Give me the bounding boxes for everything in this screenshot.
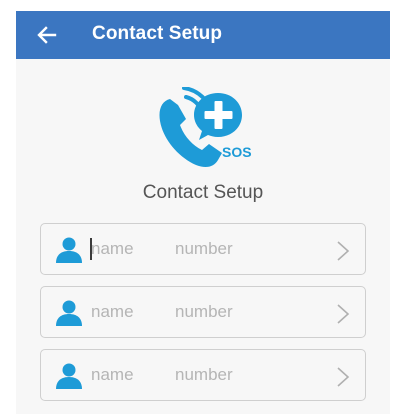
page-title: Contact Setup bbox=[92, 23, 223, 44]
user-icon bbox=[56, 363, 82, 389]
section-title: Contact Setup bbox=[142, 182, 264, 203]
chevron-right-icon bbox=[337, 367, 350, 387]
number-input[interactable] bbox=[175, 363, 285, 387]
sos-logo: SOS bbox=[156, 86, 256, 179]
name-input[interactable] bbox=[91, 300, 167, 324]
back-arrow-icon bbox=[37, 26, 57, 44]
sos-text: SOS bbox=[222, 144, 252, 160]
contact-row-1[interactable] bbox=[40, 223, 366, 275]
app-bar: Contact Setup bbox=[16, 11, 390, 59]
back-button[interactable] bbox=[34, 22, 60, 48]
user-icon bbox=[56, 300, 82, 326]
name-input[interactable] bbox=[91, 237, 167, 261]
app-screen: Contact Setup SOS Contact Setup bbox=[16, 11, 390, 414]
number-input[interactable] bbox=[175, 237, 285, 261]
contact-row-3[interactable] bbox=[40, 349, 366, 401]
sos-phone-icon: SOS bbox=[159, 86, 252, 168]
name-input[interactable] bbox=[91, 363, 167, 387]
number-input[interactable] bbox=[175, 300, 285, 324]
chevron-right-icon bbox=[337, 241, 350, 261]
chevron-right-icon bbox=[337, 304, 350, 324]
user-icon bbox=[56, 237, 82, 263]
contact-row-2[interactable] bbox=[40, 286, 366, 338]
